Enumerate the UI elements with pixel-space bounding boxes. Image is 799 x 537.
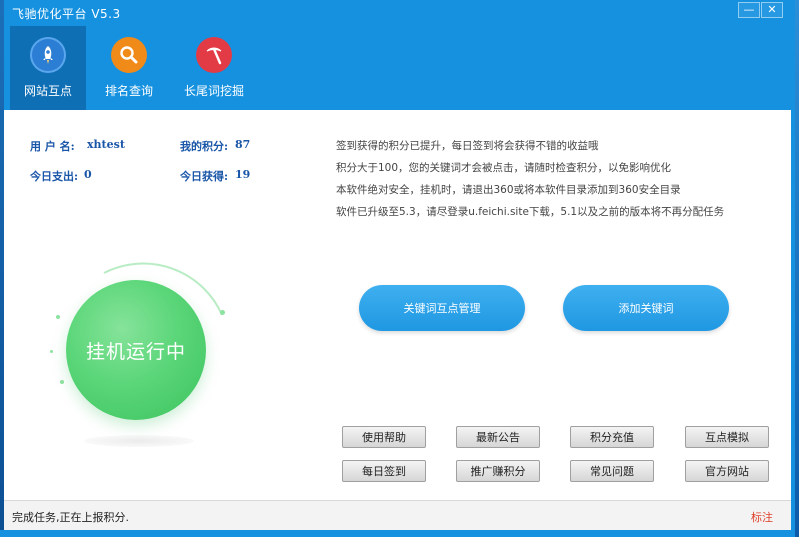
status-message: 完成任务,正在上报积分. (12, 511, 129, 524)
status-link[interactable]: 标注 (751, 509, 773, 525)
checkin-button[interactable]: 每日签到 (342, 460, 426, 482)
points-value: 87 (235, 138, 251, 151)
orbit-dot (56, 315, 60, 319)
orbit-dot (60, 380, 64, 384)
running-status-button[interactable]: 挂机运行中 (66, 280, 206, 420)
keyword-management-button[interactable]: 关键词互点管理 (359, 285, 525, 331)
tab-label: 长尾词挖掘 (183, 84, 244, 98)
username-label: 用 户 名: (30, 140, 75, 153)
tab-bar: 网站互点 排名查询 长尾词挖掘 (4, 26, 795, 110)
minimize-button[interactable]: — (738, 2, 760, 18)
tab-rank-query[interactable]: 排名查询 (91, 26, 167, 110)
add-keyword-button[interactable]: 添加关键词 (563, 285, 729, 331)
window-bottom-edge (0, 530, 791, 537)
notice-line: 本软件绝对安全，挂机时，请退出360或将本软件目录添加到360安全目录 (336, 184, 681, 196)
notice-line: 软件已升级至5.3，请尽登录u.feichi.site下载，5.1以及之前的版本… (336, 206, 725, 218)
spent-today-label: 今日支出: (30, 170, 79, 183)
orbit-dot (50, 350, 53, 353)
promote-button[interactable]: 推广赚积分 (456, 460, 540, 482)
help-button[interactable]: 使用帮助 (342, 426, 426, 448)
official-site-button[interactable]: 官方网站 (685, 460, 769, 482)
tab-longtail-mining[interactable]: 长尾词挖掘 (169, 26, 259, 110)
simulate-button[interactable]: 互点模拟 (685, 426, 769, 448)
rocket-icon (30, 37, 66, 73)
circle-shadow (84, 435, 194, 447)
earned-today-label: 今日获得: (180, 170, 229, 183)
pickaxe-icon (196, 37, 232, 73)
close-button[interactable]: ✕ (761, 2, 783, 18)
points-label: 我的积分: (180, 140, 229, 153)
tab-label: 网站互点 (23, 84, 72, 98)
desktop-edge-right (795, 0, 799, 537)
title-bar[interactable]: 飞驰优化平台 V5.3 — ✕ (4, 0, 795, 26)
spent-today-value: 0 (84, 168, 92, 181)
orbit-dot (220, 310, 225, 315)
notice-line: 积分大于100，您的关键词才会被点击，请随时检查积分，以免影响优化 (336, 162, 672, 174)
running-status-text: 挂机运行中 (85, 340, 186, 363)
tab-label: 排名查询 (104, 84, 153, 98)
recharge-button[interactable]: 积分充值 (570, 426, 654, 448)
notice-line: 签到获得的积分已提升，每日签到将会获得不错的收益哦 (336, 140, 599, 152)
running-indicator: 挂机运行中 (44, 255, 244, 455)
window-title: 飞驰优化平台 V5.3 (12, 7, 121, 21)
tab-site-mutual-click[interactable]: 网站互点 (10, 26, 86, 110)
announcement-button[interactable]: 最新公告 (456, 426, 540, 448)
magnifier-icon (111, 37, 147, 73)
faq-button[interactable]: 常见问题 (570, 460, 654, 482)
status-bar: 完成任务,正在上报积分. 标注 (4, 500, 791, 530)
earned-today-value: 19 (235, 168, 251, 181)
main-panel: 用 户 名: xhtest 我的积分: 87 今日支出: 0 今日获得: 19 … (4, 110, 791, 500)
username-value: xhtest (87, 138, 125, 151)
